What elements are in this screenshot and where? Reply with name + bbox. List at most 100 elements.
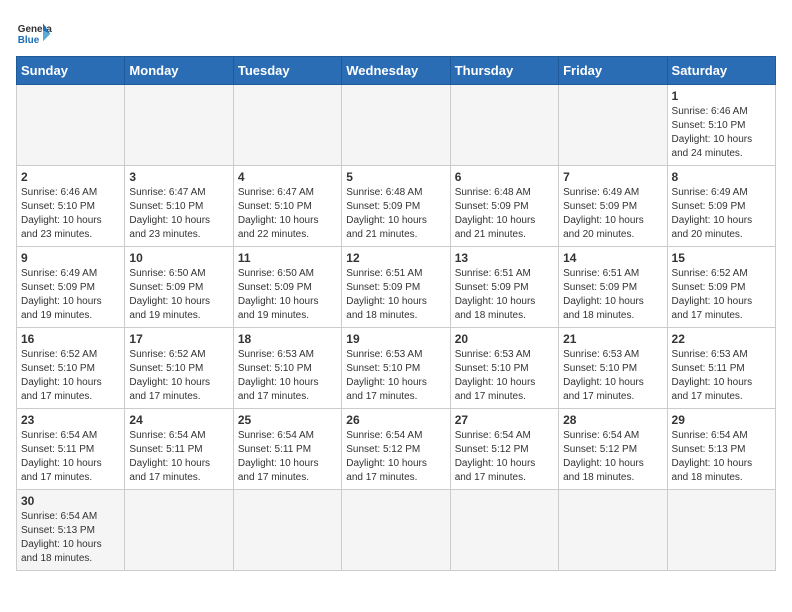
day-number: 14 bbox=[563, 251, 662, 265]
calendar-cell: 30 Sunrise: 6:54 AM Sunset: 5:13 PM Dayli… bbox=[17, 490, 125, 571]
day-number: 16 bbox=[21, 332, 120, 346]
day-info: Sunrise: 6:54 AM Sunset: 5:11 PM Dayligh… bbox=[238, 429, 337, 485]
day-number: 11 bbox=[238, 251, 337, 265]
day-number: 23 bbox=[21, 413, 120, 427]
weekday-header-row: SundayMondayTuesdayWednesdayThursdayFrid… bbox=[17, 57, 776, 85]
calendar-week-row: 1 Sunrise: 6:46 AM Sunset: 5:10 PM Daylig… bbox=[17, 85, 776, 166]
day-info: Sunrise: 6:54 AM Sunset: 5:11 PM Dayligh… bbox=[129, 429, 228, 485]
day-info: Sunrise: 6:51 AM Sunset: 5:09 PM Dayligh… bbox=[346, 267, 445, 323]
calendar-cell: 18 Sunrise: 6:53 AM Sunset: 5:10 PM Dayli… bbox=[233, 328, 341, 409]
day-number: 10 bbox=[129, 251, 228, 265]
calendar-cell: 9 Sunrise: 6:49 AM Sunset: 5:09 PM Daylig… bbox=[17, 247, 125, 328]
day-number: 22 bbox=[672, 332, 771, 346]
day-number: 25 bbox=[238, 413, 337, 427]
calendar-cell: 1 Sunrise: 6:46 AM Sunset: 5:10 PM Daylig… bbox=[667, 85, 775, 166]
calendar-cell: 10 Sunrise: 6:50 AM Sunset: 5:09 PM Dayli… bbox=[125, 247, 233, 328]
calendar-cell: 8Sunrise: 6:49 AM Sunset: 5:09 PM Daylig… bbox=[667, 166, 775, 247]
weekday-header-thursday: Thursday bbox=[450, 57, 558, 85]
day-number: 18 bbox=[238, 332, 337, 346]
page-header: General Blue bbox=[16, 16, 776, 52]
calendar-cell: 11Sunrise: 6:50 AM Sunset: 5:09 PM Dayli… bbox=[233, 247, 341, 328]
calendar-cell: 23 Sunrise: 6:54 AM Sunset: 5:11 PM Dayli… bbox=[17, 409, 125, 490]
day-info: Sunrise: 6:49 AM Sunset: 5:09 PM Dayligh… bbox=[672, 186, 771, 242]
day-info: Sunrise: 6:52 AM Sunset: 5:09 PM Dayligh… bbox=[672, 267, 771, 323]
calendar-cell bbox=[125, 490, 233, 571]
day-number: 12 bbox=[346, 251, 445, 265]
day-info: Sunrise: 6:52 AM Sunset: 5:10 PM Dayligh… bbox=[21, 348, 120, 404]
day-info: Sunrise: 6:54 AM Sunset: 5:13 PM Dayligh… bbox=[21, 510, 120, 566]
calendar-cell: 7 Sunrise: 6:49 AM Sunset: 5:09 PM Daylig… bbox=[559, 166, 667, 247]
svg-text:Blue: Blue bbox=[18, 35, 40, 46]
day-info: Sunrise: 6:53 AM Sunset: 5:10 PM Dayligh… bbox=[455, 348, 554, 404]
day-info: Sunrise: 6:46 AM Sunset: 5:10 PM Dayligh… bbox=[672, 105, 771, 161]
day-info: Sunrise: 6:49 AM Sunset: 5:09 PM Dayligh… bbox=[563, 186, 662, 242]
day-number: 1 bbox=[672, 89, 771, 103]
calendar-cell: 4 Sunrise: 6:47 AM Sunset: 5:10 PM Daylig… bbox=[233, 166, 341, 247]
calendar-week-row: 9 Sunrise: 6:49 AM Sunset: 5:09 PM Daylig… bbox=[17, 247, 776, 328]
day-number: 30 bbox=[21, 494, 120, 508]
calendar-cell: 24 Sunrise: 6:54 AM Sunset: 5:11 PM Dayli… bbox=[125, 409, 233, 490]
calendar-cell bbox=[17, 85, 125, 166]
calendar-cell: 22 Sunrise: 6:53 AM Sunset: 5:11 PM Dayli… bbox=[667, 328, 775, 409]
calendar-week-row: 30 Sunrise: 6:54 AM Sunset: 5:13 PM Dayli… bbox=[17, 490, 776, 571]
calendar-table: SundayMondayTuesdayWednesdayThursdayFrid… bbox=[16, 56, 776, 571]
calendar-week-row: 16 Sunrise: 6:52 AM Sunset: 5:10 PM Dayli… bbox=[17, 328, 776, 409]
calendar-cell: 3Sunrise: 6:47 AM Sunset: 5:10 PM Daylig… bbox=[125, 166, 233, 247]
day-info: Sunrise: 6:50 AM Sunset: 5:09 PM Dayligh… bbox=[129, 267, 228, 323]
day-info: Sunrise: 6:53 AM Sunset: 5:11 PM Dayligh… bbox=[672, 348, 771, 404]
calendar-cell: 29Sunrise: 6:54 AM Sunset: 5:13 PM Dayli… bbox=[667, 409, 775, 490]
calendar-cell bbox=[450, 85, 558, 166]
day-number: 27 bbox=[455, 413, 554, 427]
day-number: 21 bbox=[563, 332, 662, 346]
day-number: 17 bbox=[129, 332, 228, 346]
day-info: Sunrise: 6:51 AM Sunset: 5:09 PM Dayligh… bbox=[563, 267, 662, 323]
day-number: 19 bbox=[346, 332, 445, 346]
day-number: 15 bbox=[672, 251, 771, 265]
calendar-cell: 17Sunrise: 6:52 AM Sunset: 5:10 PM Dayli… bbox=[125, 328, 233, 409]
weekday-header-saturday: Saturday bbox=[667, 57, 775, 85]
calendar-cell bbox=[233, 490, 341, 571]
calendar-cell: 12 Sunrise: 6:51 AM Sunset: 5:09 PM Dayli… bbox=[342, 247, 450, 328]
day-info: Sunrise: 6:48 AM Sunset: 5:09 PM Dayligh… bbox=[455, 186, 554, 242]
calendar-cell: 13Sunrise: 6:51 AM Sunset: 5:09 PM Dayli… bbox=[450, 247, 558, 328]
day-info: Sunrise: 6:51 AM Sunset: 5:09 PM Dayligh… bbox=[455, 267, 554, 323]
weekday-header-monday: Monday bbox=[125, 57, 233, 85]
day-info: Sunrise: 6:54 AM Sunset: 5:12 PM Dayligh… bbox=[455, 429, 554, 485]
calendar-cell: 28Sunrise: 6:54 AM Sunset: 5:12 PM Dayli… bbox=[559, 409, 667, 490]
day-number: 4 bbox=[238, 170, 337, 184]
day-info: Sunrise: 6:54 AM Sunset: 5:11 PM Dayligh… bbox=[21, 429, 120, 485]
calendar-cell bbox=[342, 85, 450, 166]
day-number: 9 bbox=[21, 251, 120, 265]
day-number: 26 bbox=[346, 413, 445, 427]
calendar-cell bbox=[667, 490, 775, 571]
calendar-cell: 21Sunrise: 6:53 AM Sunset: 5:10 PM Dayli… bbox=[559, 328, 667, 409]
calendar-cell: 2 Sunrise: 6:46 AM Sunset: 5:10 PM Daylig… bbox=[17, 166, 125, 247]
day-info: Sunrise: 6:53 AM Sunset: 5:10 PM Dayligh… bbox=[238, 348, 337, 404]
calendar-cell: 16 Sunrise: 6:52 AM Sunset: 5:10 PM Dayli… bbox=[17, 328, 125, 409]
calendar-cell: 27 Sunrise: 6:54 AM Sunset: 5:12 PM Dayli… bbox=[450, 409, 558, 490]
calendar-week-row: 2 Sunrise: 6:46 AM Sunset: 5:10 PM Daylig… bbox=[17, 166, 776, 247]
weekday-header-friday: Friday bbox=[559, 57, 667, 85]
calendar-cell bbox=[233, 85, 341, 166]
day-number: 6 bbox=[455, 170, 554, 184]
day-info: Sunrise: 6:46 AM Sunset: 5:10 PM Dayligh… bbox=[21, 186, 120, 242]
calendar-cell: 14 Sunrise: 6:51 AM Sunset: 5:09 PM Dayli… bbox=[559, 247, 667, 328]
calendar-cell: 25 Sunrise: 6:54 AM Sunset: 5:11 PM Dayli… bbox=[233, 409, 341, 490]
calendar-cell: 19Sunrise: 6:53 AM Sunset: 5:10 PM Dayli… bbox=[342, 328, 450, 409]
day-number: 5 bbox=[346, 170, 445, 184]
day-info: Sunrise: 6:54 AM Sunset: 5:12 PM Dayligh… bbox=[563, 429, 662, 485]
calendar-cell: 5Sunrise: 6:48 AM Sunset: 5:09 PM Daylig… bbox=[342, 166, 450, 247]
weekday-header-sunday: Sunday bbox=[17, 57, 125, 85]
day-info: Sunrise: 6:49 AM Sunset: 5:09 PM Dayligh… bbox=[21, 267, 120, 323]
weekday-header-wednesday: Wednesday bbox=[342, 57, 450, 85]
day-info: Sunrise: 6:54 AM Sunset: 5:12 PM Dayligh… bbox=[346, 429, 445, 485]
day-number: 3 bbox=[129, 170, 228, 184]
day-number: 2 bbox=[21, 170, 120, 184]
generalblue-logo-icon: General Blue bbox=[16, 16, 52, 52]
logo: General Blue bbox=[16, 16, 52, 52]
calendar-cell: 6 Sunrise: 6:48 AM Sunset: 5:09 PM Daylig… bbox=[450, 166, 558, 247]
day-number: 24 bbox=[129, 413, 228, 427]
day-number: 7 bbox=[563, 170, 662, 184]
day-info: Sunrise: 6:47 AM Sunset: 5:10 PM Dayligh… bbox=[238, 186, 337, 242]
day-number: 29 bbox=[672, 413, 771, 427]
